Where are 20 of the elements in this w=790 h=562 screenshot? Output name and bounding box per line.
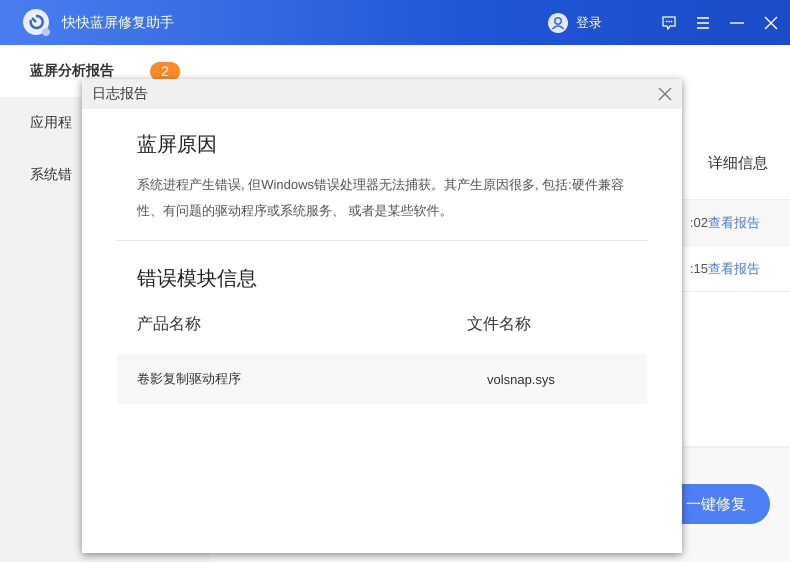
app-title: 快快蓝屏修复助手	[62, 14, 175, 32]
app-logo-icon	[22, 8, 52, 38]
column-header: 文件名称	[467, 314, 531, 335]
cause-text: 系统进程产生错误, 但Windows错误处理器无法捕获。其产生原因很多, 包括:硬件兼容性、有问题的驱动程序或系统服务、 或者是某些软件。	[137, 176, 625, 220]
column-header: 产品名称	[137, 314, 202, 335]
login-button[interactable]: 登录	[576, 14, 602, 32]
close-icon[interactable]	[658, 87, 672, 101]
section-heading: 蓝屏原因	[137, 133, 218, 158]
user-avatar-icon	[548, 12, 568, 32]
view-report-link[interactable]: 查看报告	[708, 260, 760, 278]
time-cell: :02	[690, 215, 708, 230]
menu-icon[interactable]	[696, 16, 710, 30]
table-cell-text: 卷影复制驱动程序	[137, 370, 242, 388]
time-cell: :15	[690, 261, 708, 276]
feedback-icon[interactable]	[662, 16, 676, 30]
minimize-icon[interactable]	[730, 22, 744, 24]
table-cell: volsnap.sys	[487, 372, 555, 386]
view-report-link[interactable]: 查看报告	[708, 214, 760, 232]
section-heading: 错误模块信息	[137, 267, 258, 292]
column-header: 详细信息	[708, 154, 768, 172]
